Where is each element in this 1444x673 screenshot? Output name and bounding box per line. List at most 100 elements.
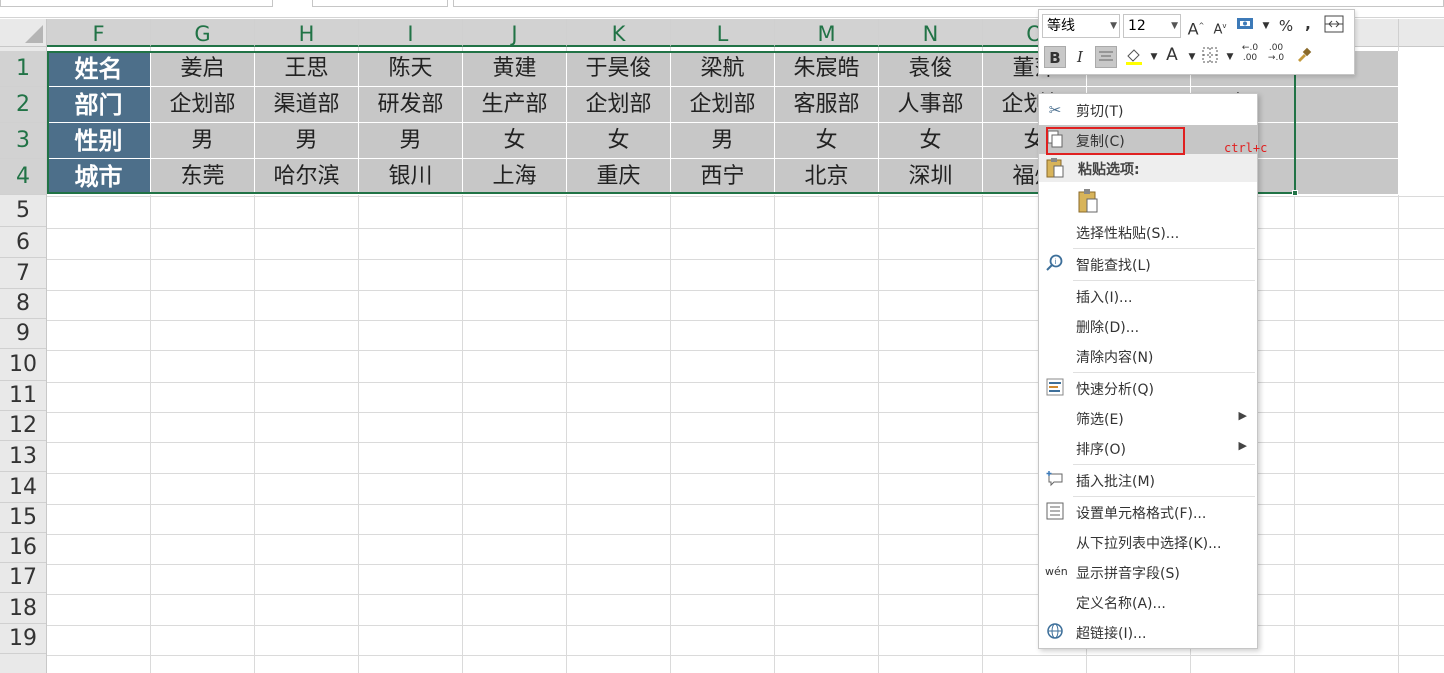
shrink-font-icon[interactable]: Av [1209, 15, 1231, 37]
accounting-format-icon[interactable] [1235, 15, 1257, 37]
column-header[interactable]: J [463, 19, 567, 47]
menu-item-clear-contents[interactable]: 清除内容(N) [1039, 341, 1257, 371]
table-cell[interactable]: 王思 [255, 51, 359, 87]
table-cell[interactable]: 女 [567, 123, 671, 159]
row-label-cell[interactable]: 部门 [47, 87, 151, 123]
menu-item-define-name[interactable]: 定义名称(A)... [1039, 587, 1257, 617]
table-cell[interactable]: 于昊俊 [567, 51, 671, 87]
menu-item-paste-special[interactable]: 选择性粘贴(S)... [1039, 217, 1257, 247]
table-cell[interactable]: 袁俊 [879, 51, 983, 87]
italic-button[interactable]: I [1069, 46, 1091, 68]
menu-item-format-cells[interactable]: 设置单元格格式(F)... [1039, 497, 1257, 527]
decrease-decimal-button[interactable]: .00 →.0 [1265, 43, 1287, 65]
table-cell[interactable]: 男 [255, 123, 359, 159]
menu-item-pick-from-list[interactable]: 从下拉列表中选择(K)... [1039, 527, 1257, 557]
table-cell[interactable]: 重庆 [567, 159, 671, 195]
menu-item-insert[interactable]: 插入(I)... [1039, 281, 1257, 311]
borders-icon[interactable] [1199, 46, 1221, 68]
column-header[interactable]: F [47, 19, 151, 47]
menu-item-delete[interactable]: 删除(D)... [1039, 311, 1257, 341]
menu-item-sort[interactable]: 排序(O) ▶ [1039, 433, 1257, 463]
menu-item-cut[interactable]: ✂ 剪切(T) [1039, 95, 1257, 125]
grow-font-icon[interactable]: A^ [1185, 15, 1207, 38]
row-header[interactable]: 19 [0, 624, 46, 654]
wrap-text-icon[interactable] [1323, 15, 1345, 37]
table-cell[interactable]: 黄建 [463, 51, 567, 87]
row-header[interactable]: 2 [0, 87, 46, 123]
row-header[interactable]: 16 [0, 533, 46, 563]
row-header[interactable]: 10 [0, 349, 46, 381]
row-header[interactable]: 11 [0, 381, 46, 411]
table-cell[interactable]: 女 [775, 123, 879, 159]
menu-item-smart-lookup[interactable]: i 智能查找(L) [1039, 249, 1257, 279]
row-header[interactable]: 9 [0, 319, 46, 349]
column-header[interactable]: L [671, 19, 775, 47]
table-cell[interactable]: 姜启 [151, 51, 255, 87]
row-header[interactable]: 14 [0, 472, 46, 503]
column-header[interactable]: H [255, 19, 359, 47]
table-cell[interactable]: 渠道部 [255, 87, 359, 123]
row-header[interactable]: 7 [0, 258, 46, 289]
table-cell[interactable] [1295, 87, 1399, 123]
row-header[interactable]: 13 [0, 441, 46, 472]
row-header[interactable]: 6 [0, 227, 46, 258]
row-header[interactable]: 5 [0, 195, 46, 227]
table-cell[interactable]: 研发部 [359, 87, 463, 123]
table-cell[interactable]: 陈天 [359, 51, 463, 87]
row-header[interactable]: 3 [0, 123, 46, 159]
column-header[interactable]: I [359, 19, 463, 47]
format-painter-icon[interactable] [1293, 46, 1315, 68]
fill-handle[interactable] [1292, 190, 1298, 196]
comma-style-button[interactable]: , [1297, 13, 1319, 35]
column-header[interactable]: G [151, 19, 255, 47]
formula-input[interactable] [453, 0, 1444, 7]
table-cell[interactable]: 深圳 [879, 159, 983, 195]
formula-buttons[interactable] [312, 0, 448, 7]
menu-item-filter[interactable]: 筛选(E) ▶ [1039, 403, 1257, 433]
menu-item-insert-comment[interactable]: 插入批注(M) [1039, 465, 1257, 495]
table-cell[interactable]: 人事部 [879, 87, 983, 123]
align-center-icon[interactable] [1095, 46, 1117, 68]
table-cell[interactable]: 女 [879, 123, 983, 159]
column-header[interactable]: M [775, 19, 879, 47]
table-cell[interactable]: 女 [463, 123, 567, 159]
table-cell[interactable]: 男 [359, 123, 463, 159]
percent-style-button[interactable]: % [1275, 15, 1297, 37]
table-cell[interactable]: 银川 [359, 159, 463, 195]
font-color-button[interactable]: A [1161, 44, 1183, 66]
table-cell[interactable] [1295, 159, 1399, 195]
row-header[interactable]: 15 [0, 503, 46, 533]
menu-item-quick-analysis[interactable]: 快速分析(Q) [1039, 373, 1257, 403]
table-cell[interactable]: 东莞 [151, 159, 255, 195]
row-header[interactable]: 12 [0, 411, 46, 441]
row-header[interactable]: 17 [0, 563, 46, 593]
fill-color-icon[interactable] [1123, 46, 1145, 68]
table-cell[interactable] [1295, 123, 1399, 159]
table-cell[interactable]: 企划部 [151, 87, 255, 123]
table-cell[interactable]: 生产部 [463, 87, 567, 123]
bold-button[interactable]: B [1044, 46, 1066, 68]
row-header[interactable]: 4 [0, 159, 46, 195]
menu-item-hyperlink[interactable]: 超链接(I)... [1039, 617, 1257, 647]
row-label-cell[interactable]: 城市 [47, 159, 151, 195]
chevron-down-icon[interactable]: ▼ [1219, 46, 1241, 68]
chevron-down-icon[interactable]: ▼ [1255, 15, 1277, 37]
increase-decimal-button[interactable]: ←.0.00 [1239, 43, 1261, 65]
table-cell[interactable]: 北京 [775, 159, 879, 195]
column-header[interactable]: N [879, 19, 983, 47]
select-all-corner[interactable] [0, 19, 47, 47]
menu-item-show-phonetic[interactable]: wén 显示拼音字段(S) [1039, 557, 1257, 587]
column-header[interactable]: K [567, 19, 671, 47]
table-cell[interactable]: 梁航 [671, 51, 775, 87]
table-cell[interactable]: 客服部 [775, 87, 879, 123]
row-header[interactable]: 18 [0, 593, 46, 624]
row-label-cell[interactable]: 姓名 [47, 51, 151, 87]
table-cell[interactable]: 男 [671, 123, 775, 159]
table-cell[interactable]: 朱宸皓 [775, 51, 879, 87]
table-cell[interactable]: 哈尔滨 [255, 159, 359, 195]
table-cell[interactable]: 企划部 [671, 87, 775, 123]
row-header[interactable]: 8 [0, 289, 46, 319]
font-size-combo[interactable]: 12 ▼ [1123, 14, 1181, 38]
row-label-cell[interactable]: 性别 [47, 123, 151, 159]
table-cell[interactable]: 男 [151, 123, 255, 159]
